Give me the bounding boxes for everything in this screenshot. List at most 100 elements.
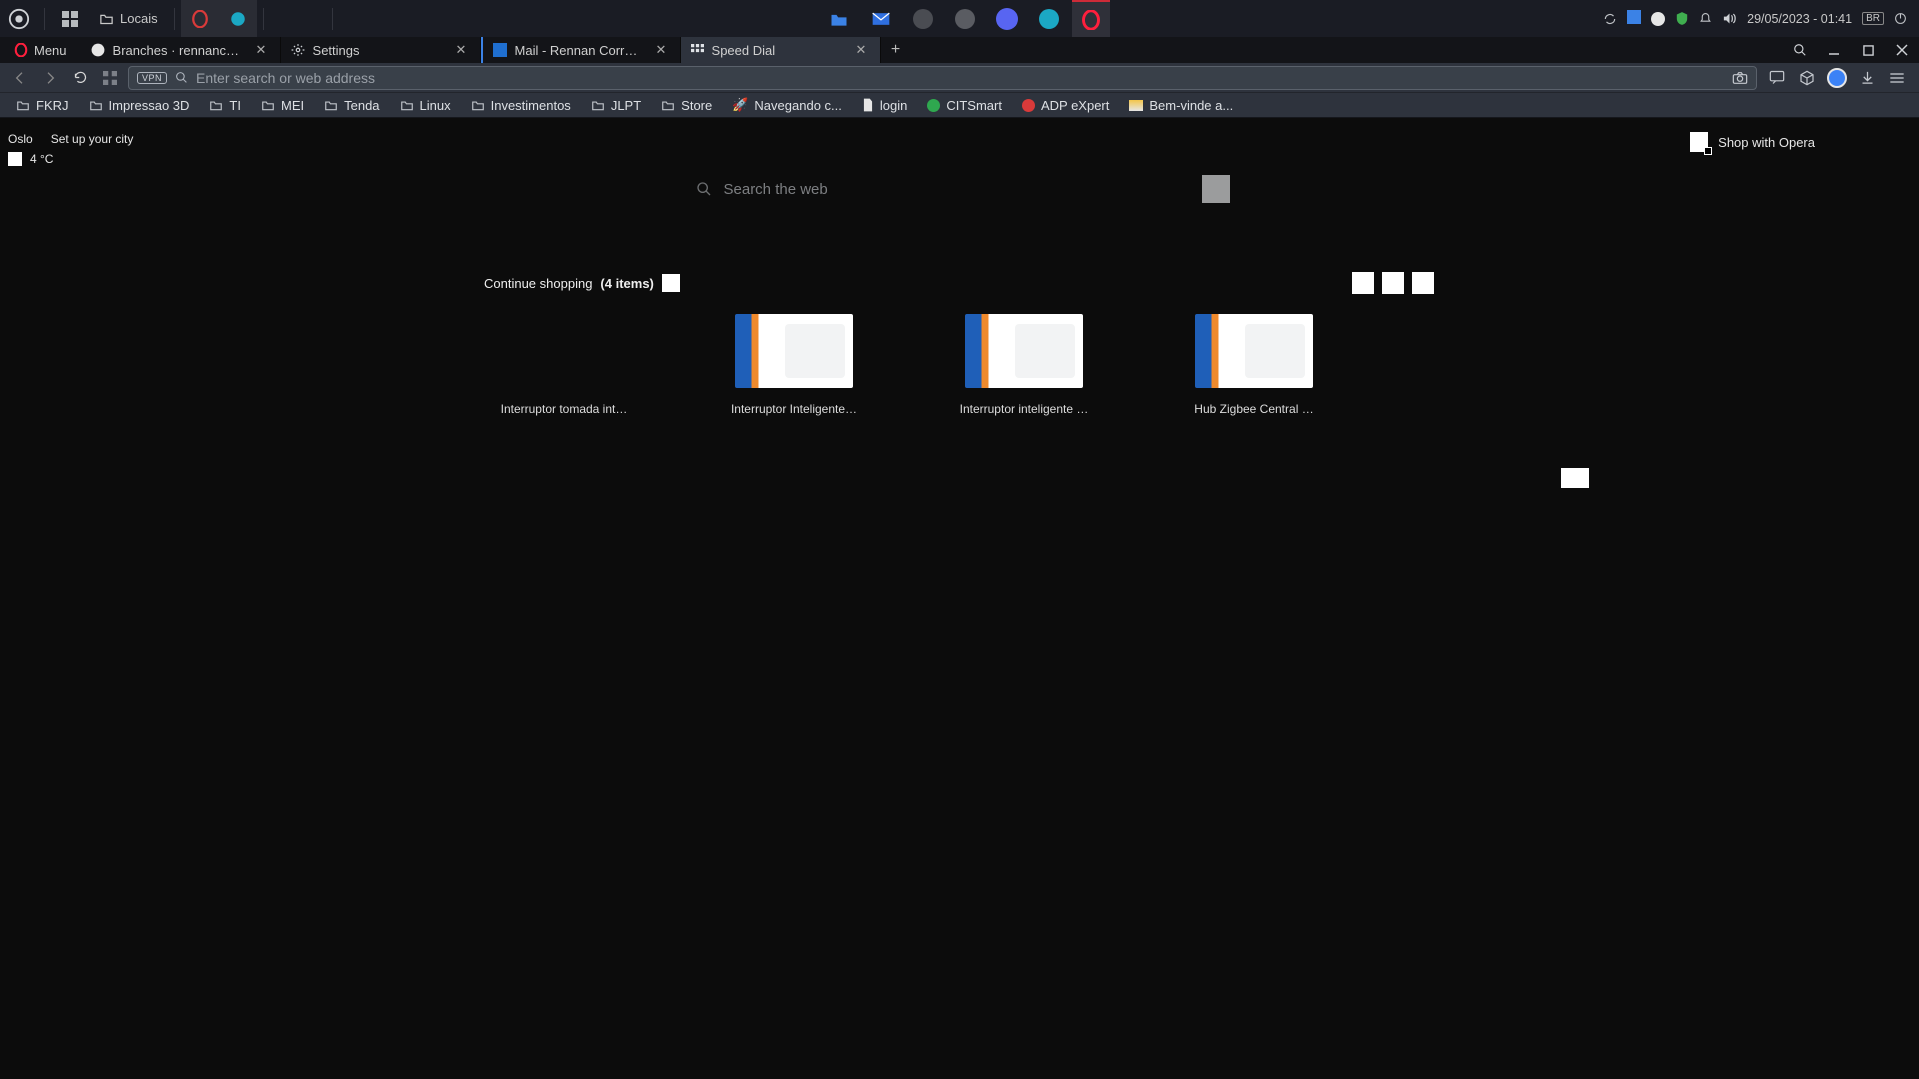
nav-reload-button[interactable] bbox=[68, 66, 92, 90]
ext-cube-icon[interactable] bbox=[1797, 68, 1817, 88]
bookmark-tenda[interactable]: Tenda bbox=[316, 93, 387, 117]
tab-search-button[interactable] bbox=[1783, 43, 1817, 57]
browser-tab-bar: Menu Branches · rennanc… ✕ Settings ✕ Ma… bbox=[0, 37, 1919, 63]
window-minimize[interactable] bbox=[1817, 44, 1851, 56]
easy-setup-icon[interactable] bbox=[1887, 68, 1907, 88]
search-icon bbox=[175, 71, 188, 84]
opera-logo-icon bbox=[14, 43, 28, 57]
bookmark-navegando[interactable]: 🚀Navegando c... bbox=[724, 93, 850, 117]
tray-sync-icon[interactable] bbox=[1603, 12, 1617, 26]
tab-branches[interactable]: Branches · rennanc… ✕ bbox=[81, 37, 281, 63]
search-icon bbox=[696, 181, 712, 197]
nav-startpage-button[interactable] bbox=[98, 66, 122, 90]
dock-opera-active[interactable] bbox=[1072, 0, 1110, 37]
shopping-tile-label: Hub Zigbee Central … bbox=[1194, 402, 1313, 416]
bookmark-ti[interactable]: TI bbox=[201, 93, 249, 117]
carousel-control-1[interactable] bbox=[1352, 272, 1374, 294]
os-taskbar: Locais 29/05/2023 - 01 bbox=[0, 0, 1919, 37]
nav-back-button[interactable] bbox=[8, 66, 32, 90]
tray-app-icon[interactable] bbox=[1627, 10, 1641, 27]
shopping-tile-label: Interruptor Inteligente… bbox=[731, 402, 857, 416]
weather-setup-link[interactable]: Set up your city bbox=[51, 132, 134, 146]
workspace-switcher[interactable] bbox=[51, 0, 89, 37]
dock-files[interactable] bbox=[820, 0, 858, 37]
weather-widget[interactable]: Oslo Set up your city 4 °C bbox=[8, 132, 133, 166]
start-menu-button[interactable] bbox=[0, 0, 38, 37]
bookmark-linux[interactable]: Linux bbox=[392, 93, 459, 117]
github-icon bbox=[91, 43, 105, 57]
taskbar-app-opera[interactable] bbox=[181, 0, 219, 37]
opera-menu-button[interactable]: Menu bbox=[0, 37, 81, 63]
tray-shield-icon[interactable] bbox=[1675, 11, 1689, 26]
speeddial-icon bbox=[691, 44, 704, 57]
carousel-control-3[interactable] bbox=[1412, 272, 1434, 294]
snapshot-icon[interactable] bbox=[1732, 71, 1748, 85]
shopping-tile[interactable]: Interruptor Inteligente… bbox=[714, 314, 874, 416]
taskbar-app-edge[interactable] bbox=[219, 0, 257, 37]
bookmarks-bar: FKRJ Impressao 3D TI MEI Tenda Linux Inv… bbox=[0, 92, 1919, 118]
vpn-badge[interactable]: VPN bbox=[137, 72, 167, 84]
dock-edge[interactable] bbox=[1030, 0, 1068, 37]
add-speed-dial-button[interactable] bbox=[1561, 468, 1589, 488]
tab-close-icon[interactable]: ✕ bbox=[456, 42, 470, 58]
continue-shopping-count: (4 items) bbox=[600, 276, 653, 291]
bookmark-mei[interactable]: MEI bbox=[253, 93, 312, 117]
tab-label: Mail - Rennan Corr… bbox=[515, 43, 648, 58]
shopping-tile-thumb bbox=[735, 314, 853, 388]
dock-mail[interactable] bbox=[862, 0, 900, 37]
tray-power-icon[interactable] bbox=[1894, 12, 1907, 25]
window-close[interactable] bbox=[1885, 44, 1919, 56]
tab-close-icon[interactable]: ✕ bbox=[856, 42, 870, 58]
tab-mail[interactable]: Mail - Rennan Corr… ✕ bbox=[481, 37, 681, 63]
window-maximize[interactable] bbox=[1851, 45, 1885, 56]
bookmark-impressao3d[interactable]: Impressao 3D bbox=[81, 93, 198, 117]
tab-settings[interactable]: Settings ✕ bbox=[281, 37, 481, 63]
bookmark-store[interactable]: Store bbox=[653, 93, 720, 117]
downloads-icon[interactable] bbox=[1857, 68, 1877, 88]
nav-forward-button[interactable] bbox=[38, 66, 62, 90]
bookmark-investimentos[interactable]: Investimentos bbox=[463, 93, 579, 117]
search-submit-button[interactable] bbox=[1202, 175, 1230, 203]
shopping-tile[interactable]: Interruptor tomada int… bbox=[484, 314, 644, 416]
adp-icon bbox=[1022, 99, 1035, 112]
tray-volume-icon[interactable] bbox=[1722, 12, 1737, 25]
shopping-tile[interactable]: Hub Zigbee Central … bbox=[1174, 314, 1334, 416]
profile-avatar[interactable] bbox=[1827, 68, 1847, 88]
speed-dial-search[interactable] bbox=[690, 174, 1230, 204]
shop-with-opera[interactable]: Shop with Opera bbox=[1690, 132, 1815, 152]
weather-temp: 4 °C bbox=[30, 152, 53, 166]
bookmark-fkrj[interactable]: FKRJ bbox=[8, 93, 77, 117]
bookmark-login[interactable]: login bbox=[854, 93, 915, 117]
bookmark-bemvinde[interactable]: Bem-vinde a... bbox=[1121, 93, 1241, 117]
gear-icon bbox=[291, 43, 305, 57]
dock-app-1[interactable] bbox=[904, 0, 942, 37]
address-input[interactable] bbox=[196, 70, 1724, 86]
card-icon bbox=[1129, 100, 1143, 111]
speed-dial-search-input[interactable] bbox=[690, 174, 1194, 204]
expand-icon[interactable] bbox=[662, 274, 680, 292]
carousel-control-2[interactable] bbox=[1382, 272, 1404, 294]
bookmark-citsmart[interactable]: CITSmart bbox=[919, 93, 1010, 117]
tray-motorola-icon[interactable] bbox=[1651, 12, 1665, 26]
tray-keyboard-layout[interactable]: BR bbox=[1862, 12, 1884, 25]
places-menu[interactable]: Locais bbox=[89, 0, 168, 37]
speed-dial-page: Oslo Set up your city 4 °C Shop with Ope… bbox=[0, 118, 1919, 1079]
bookmark-jlpt[interactable]: JLPT bbox=[583, 93, 649, 117]
new-tab-button[interactable]: + bbox=[881, 37, 911, 63]
shopping-tile-label: Interruptor tomada int… bbox=[501, 402, 628, 416]
address-field[interactable]: VPN bbox=[128, 66, 1757, 90]
tab-close-icon[interactable]: ✕ bbox=[656, 42, 670, 58]
dock-discord[interactable] bbox=[988, 0, 1026, 37]
rocket-icon: 🚀 bbox=[732, 97, 748, 113]
tray-notifications-icon[interactable] bbox=[1699, 12, 1712, 26]
tab-label: Branches · rennanc… bbox=[113, 43, 248, 58]
shopping-tile-label: Interruptor inteligente … bbox=[960, 402, 1089, 416]
tab-speed-dial[interactable]: Speed Dial ✕ bbox=[681, 37, 881, 63]
dock-steam[interactable] bbox=[946, 0, 984, 37]
sidebar-messenger-icon[interactable] bbox=[1767, 68, 1787, 88]
shopping-tile[interactable]: Interruptor inteligente … bbox=[944, 314, 1104, 416]
tray-datetime[interactable]: 29/05/2023 - 01:41 bbox=[1747, 12, 1852, 26]
tab-close-icon[interactable]: ✕ bbox=[256, 42, 270, 58]
outlook-icon bbox=[493, 43, 507, 57]
bookmark-adp[interactable]: ADP eXpert bbox=[1014, 93, 1117, 117]
